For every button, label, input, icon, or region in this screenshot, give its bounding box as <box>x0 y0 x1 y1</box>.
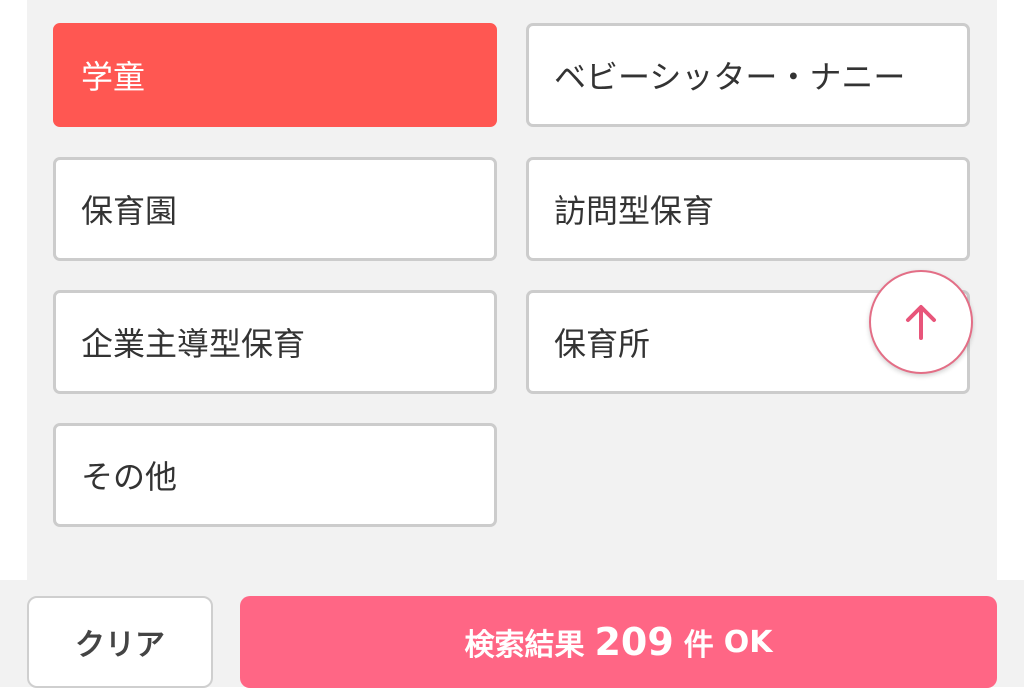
clear-button-label: クリア <box>75 628 165 663</box>
option-label: 保育園 <box>81 192 178 230</box>
search-results-count: 209 <box>594 620 674 664</box>
search-results-unit: 件 <box>683 628 714 663</box>
option-gakudo[interactable]: 学童 <box>53 23 497 127</box>
option-label: 学童 <box>81 58 146 96</box>
search-results-ok-button[interactable]: 検索結果 209 件 OK <box>240 596 997 688</box>
option-label: 訪問型保育 <box>554 192 715 230</box>
option-company-led-childcare[interactable]: 企業主導型保育 <box>53 290 497 394</box>
scroll-to-top-button[interactable] <box>869 270 973 374</box>
clear-button[interactable]: クリア <box>27 596 213 688</box>
footer-bar: クリア 検索結果 209 件 OK <box>0 580 1024 688</box>
option-label: ベビーシッター・ナニー <box>554 58 906 96</box>
ok-label: OK <box>723 624 773 660</box>
option-other[interactable]: その他 <box>53 423 497 527</box>
option-label: 保育所 <box>554 325 651 363</box>
option-babysitter-nanny[interactable]: ベビーシッター・ナニー <box>526 23 970 127</box>
option-label: 企業主導型保育 <box>81 325 306 363</box>
option-label: その他 <box>81 458 178 496</box>
arrow-up-icon <box>906 305 936 340</box>
option-visiting-childcare[interactable]: 訪問型保育 <box>526 157 970 261</box>
option-nursery-school[interactable]: 保育園 <box>53 157 497 261</box>
search-results-label: 検索結果 <box>464 628 585 663</box>
